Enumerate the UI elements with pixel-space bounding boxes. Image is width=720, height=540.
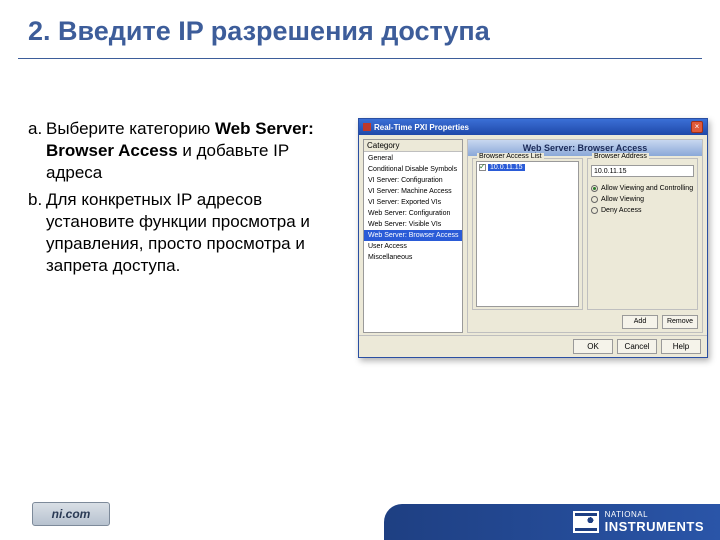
category-item[interactable]: General	[364, 153, 462, 164]
body-list: a. Выберите категорию Web Server: Browse…	[28, 118, 348, 282]
title-divider	[18, 58, 702, 59]
panel-buttons: Add Remove	[472, 315, 698, 329]
list-item: b. Для конкретных IP адресов установите …	[28, 189, 348, 276]
radio-option[interactable]: Allow Viewing	[591, 194, 694, 205]
cancel-button[interactable]: Cancel	[617, 339, 657, 354]
radio-label: Allow Viewing and Controlling	[601, 185, 693, 192]
category-item[interactable]: Web Server: Visible VIs	[364, 219, 462, 230]
radio-icon	[591, 207, 598, 214]
radio-option[interactable]: Allow Viewing and Controlling	[591, 183, 694, 194]
dialog-titlebar: Real-Time PXI Properties ×	[359, 119, 707, 135]
panel: Web Server: Browser Access Browser Acces…	[467, 139, 703, 333]
close-icon[interactable]: ×	[691, 121, 703, 133]
brand-main: INSTRUMENTS	[605, 519, 704, 534]
check-icon	[479, 164, 486, 171]
category-item[interactable]: VI Server: Exported VIs	[364, 197, 462, 208]
dialog-body: Category GeneralConditional Disable Symb…	[359, 135, 707, 357]
access-radios: Allow Viewing and Controlling Allow Viewi…	[591, 183, 694, 216]
list-text: Для конкретных IP адресов установите фун…	[46, 189, 348, 276]
slide-footer: ni.com NATIONAL INSTRUMENTS	[0, 496, 720, 540]
category-list: GeneralConditional Disable SymbolsVI Ser…	[364, 152, 462, 264]
group-label: Browser Access List	[477, 153, 544, 160]
ni-mark-icon	[573, 511, 599, 533]
ni-badge: ni.com	[32, 502, 110, 526]
access-ip: 10.0.11.15	[488, 164, 525, 171]
radio-label: Allow Viewing	[601, 196, 644, 203]
category-item[interactable]: User Access	[364, 241, 462, 252]
category-item[interactable]: VI Server: Configuration	[364, 175, 462, 186]
sidebar-header: Category	[364, 140, 462, 152]
slide: 2. Введите IP разрешения доступа a. Выбе…	[0, 0, 720, 540]
category-item[interactable]: Conditional Disable Symbols	[364, 164, 462, 175]
group-label: Browser Address	[592, 153, 649, 160]
help-button[interactable]: Help	[661, 339, 701, 354]
remove-button[interactable]: Remove	[662, 315, 698, 329]
access-list-item[interactable]: 10.0.11.15	[477, 162, 578, 172]
access-list[interactable]: 10.0.11.15	[476, 161, 579, 307]
add-button[interactable]: Add	[622, 315, 658, 329]
category-item[interactable]: Miscellaneous	[364, 252, 462, 263]
list-marker: a.	[28, 118, 46, 183]
dialog-footer: OK Cancel Help	[359, 335, 707, 357]
radio-icon	[591, 185, 598, 192]
address-input[interactable]: 10.0.11.15	[591, 165, 694, 177]
list-item: a. Выберите категорию Web Server: Browse…	[28, 118, 348, 183]
slide-title: 2. Введите IP разрешения доступа	[28, 16, 490, 47]
ok-button[interactable]: OK	[573, 339, 613, 354]
browser-access-list-group: Browser Access List 10.0.11.15	[472, 158, 583, 310]
radio-icon	[591, 196, 598, 203]
properties-dialog: Real-Time PXI Properties × Category Gene…	[358, 118, 708, 358]
panel-body: Browser Access List 10.0.11.15 Browser A…	[472, 158, 698, 310]
list-marker: b.	[28, 189, 46, 276]
list-text: Выберите категорию Web Server: Browser A…	[46, 118, 348, 183]
category-item[interactable]: VI Server: Machine Access	[364, 186, 462, 197]
brand-top: NATIONAL	[605, 510, 704, 519]
radio-label: Deny Access	[601, 207, 641, 214]
dialog-title: Real-Time PXI Properties	[374, 123, 691, 132]
category-item[interactable]: Web Server: Configuration	[364, 208, 462, 219]
app-icon	[363, 123, 371, 131]
browser-address-group: Browser Address 10.0.11.15 Allow Viewing…	[587, 158, 698, 310]
category-item[interactable]: Web Server: Browser Access	[364, 230, 462, 241]
radio-option[interactable]: Deny Access	[591, 205, 694, 216]
ni-logo-text: NATIONAL INSTRUMENTS	[605, 510, 704, 534]
category-sidebar: Category GeneralConditional Disable Symb…	[363, 139, 463, 333]
ni-logo: NATIONAL INSTRUMENTS	[573, 510, 704, 534]
